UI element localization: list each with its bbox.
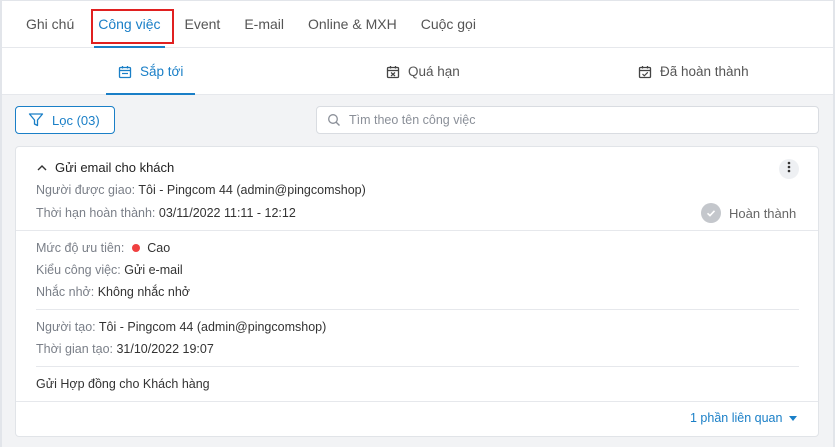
related-items-toggle[interactable]: 1 phần liên quan [690,411,798,425]
tab-notes[interactable]: Ghi chú [14,1,86,48]
priority-dot [131,244,140,252]
filter-button[interactable]: Lọc (03) [15,106,115,134]
task-type-value: Gửi e-mail [124,263,183,277]
priority-row: Mức độ ưu tiên: Cao [36,241,170,255]
search-input[interactable] [349,113,809,127]
tab-online-social[interactable]: Online & MXH [296,1,409,48]
priority-label: Mức độ ưu tiên: [36,241,128,255]
deadline-value: 03/11/2022 11:11 - 12:12 [158,206,296,220]
more-options-button[interactable] [779,159,799,179]
task-title: Gửi email cho khách [55,160,175,175]
deadline-row: Thời hạn hoàn thành: 03/11/2022 11:11 - … [36,206,296,220]
assignee-label: Người được giao: [36,183,139,197]
more-vertical-icon [787,160,791,178]
task-title-row[interactable]: Gửi email cho khách [36,160,174,175]
created-time-value: 31/10/2022 19:07 [116,342,214,356]
task-type-label: Kiểu công việc: [36,263,125,277]
created-time-row: Thời gian tạo: 31/10/2022 19:07 [36,342,214,356]
check-circle-icon [701,203,721,223]
activity-tabs: Ghi chú Công việc Event E-mail Online & … [2,1,833,48]
reminder-value: Không nhắc nhở [97,285,191,299]
assignee-row: Người được giao: Tôi - Pingcom 44 (admin… [36,183,366,197]
subtab-done-label: Đã hoàn thành [660,64,749,79]
divider [16,401,818,402]
task-card: Gửi email cho khách Người được giao: Tôi… [15,146,819,437]
creator-row: Người tạo: Tôi - Pingcom 44 (admin@pingc… [36,320,326,334]
caret-down-icon [789,415,798,421]
subtab-upcoming[interactable]: Sắp tới [105,49,196,95]
chevron-up-icon[interactable] [36,162,48,174]
filter-label: Lọc (03) [52,112,100,128]
task-status-tabs: Sắp tới Quá hạn Đã hoàn thành [2,49,833,95]
subtab-upcoming-label: Sắp tới [140,64,184,79]
calendar-check-icon [638,65,652,79]
tab-tasks[interactable]: Công việc [86,1,172,48]
creator-value: Tôi - Pingcom 44 (admin@pingcomshop) [98,320,327,334]
related-items-label: 1 phần liên quan [690,411,783,425]
divider [36,309,799,310]
assignee-value: Tôi - Pingcom 44 (admin@pingcomshop) [138,183,366,197]
task-search [316,106,819,134]
subtab-overdue-label: Quá hạn [408,64,460,79]
task-list-area: Lọc (03) Gửi email cho khách Người được … [2,95,833,447]
created-time-label: Thời gian tạo: [36,342,117,356]
priority-value: Cao [147,241,171,255]
tab-email[interactable]: E-mail [232,1,296,48]
divider [36,366,799,367]
divider [16,230,818,231]
subtab-done[interactable]: Đã hoàn thành [638,49,749,94]
calendar-icon [118,65,132,79]
deadline-label: Thời hạn hoàn thành: [36,206,159,220]
reminder-row: Nhắc nhở: Không nhắc nhở [36,285,190,299]
complete-label: Hoàn thành [729,205,797,221]
search-icon [327,113,341,127]
task-description: Gửi Hợp đồng cho Khách hàng [36,377,210,391]
calendar-x-icon [386,65,400,79]
filter-icon [28,112,44,128]
creator-label: Người tạo: [36,320,99,334]
reminder-label: Nhắc nhở: [36,285,98,299]
tab-event[interactable]: Event [173,1,233,48]
complete-button[interactable]: Hoàn thành [701,203,796,223]
task-type-row: Kiểu công việc: Gửi e-mail [36,263,183,277]
tab-calls[interactable]: Cuộc gọi [409,1,488,48]
subtab-overdue[interactable]: Quá hạn [386,49,460,94]
